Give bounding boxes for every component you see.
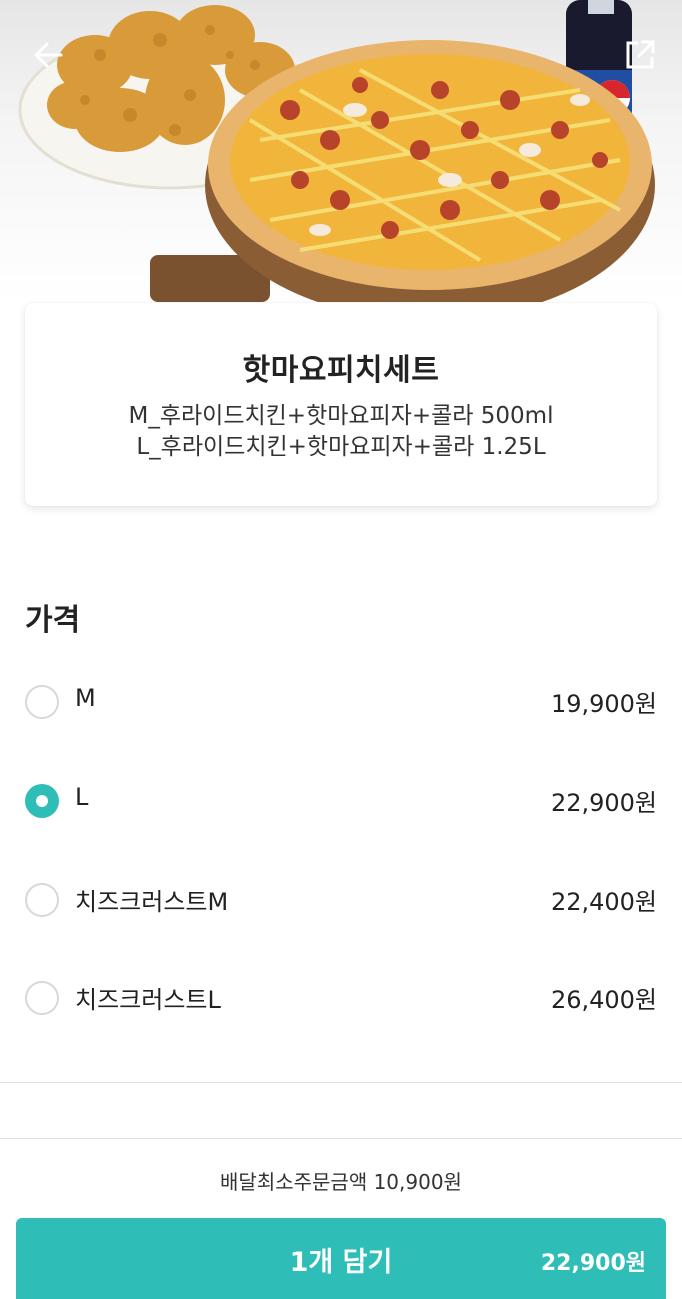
add-to-cart-button[interactable]: 1개 담기 22,900원 bbox=[16, 1218, 666, 1299]
back-button[interactable] bbox=[26, 30, 70, 80]
food-illustration bbox=[18, 0, 655, 302]
option-label: 치즈크러스트L bbox=[75, 986, 221, 1014]
product-description: M_후라이드치킨+핫마요피자+콜라 500ml L_후라이드치킨+핫마요피자+콜… bbox=[25, 401, 657, 463]
price-option-cheese-crust-m[interactable]: 치즈크러스트M 22,400원 bbox=[0, 874, 682, 934]
price-section-title: 가격 bbox=[25, 603, 81, 638]
option-price: 19,900원 bbox=[550, 690, 657, 718]
share-button[interactable] bbox=[618, 30, 662, 80]
price-option-cheese-crust-l[interactable]: 치즈크러스트L 26,400원 bbox=[0, 972, 682, 1032]
product-name: 핫마요피치세트 bbox=[242, 353, 440, 388]
option-label: M bbox=[75, 684, 96, 712]
product-image bbox=[0, 0, 682, 302]
product-info-card: 핫마요피치세트 M_후라이드치킨+핫마요피자+콜라 500ml L_후라이드치킨… bbox=[25, 303, 657, 506]
option-label: L bbox=[75, 783, 89, 811]
option-price: 22,900원 bbox=[550, 789, 657, 817]
description-line-m: M_후라이드치킨+핫마요피자+콜라 500ml bbox=[128, 403, 554, 429]
footer-divider bbox=[0, 1138, 682, 1139]
option-price: 22,400원 bbox=[550, 888, 657, 916]
price-option-l[interactable]: L 22,900원 bbox=[0, 775, 682, 835]
option-label: 치즈크러스트M bbox=[75, 888, 229, 916]
radio-button[interactable] bbox=[25, 981, 59, 1015]
radio-button[interactable] bbox=[25, 685, 59, 719]
section-divider bbox=[0, 1082, 682, 1083]
cart-button-price: 22,900원 bbox=[540, 1251, 646, 1276]
description-line-l: L_후라이드치킨+핫마요피자+콜라 1.25L bbox=[136, 434, 546, 460]
option-price: 26,400원 bbox=[550, 986, 657, 1014]
min-order-amount: 배달최소주문금액 10,900원 bbox=[220, 1170, 462, 1194]
radio-button-checked[interactable] bbox=[25, 784, 59, 818]
share-icon bbox=[626, 39, 656, 69]
price-option-m[interactable]: M 19,900원 bbox=[0, 676, 682, 736]
radio-button[interactable] bbox=[25, 883, 59, 917]
arrow-left-icon bbox=[34, 42, 63, 68]
